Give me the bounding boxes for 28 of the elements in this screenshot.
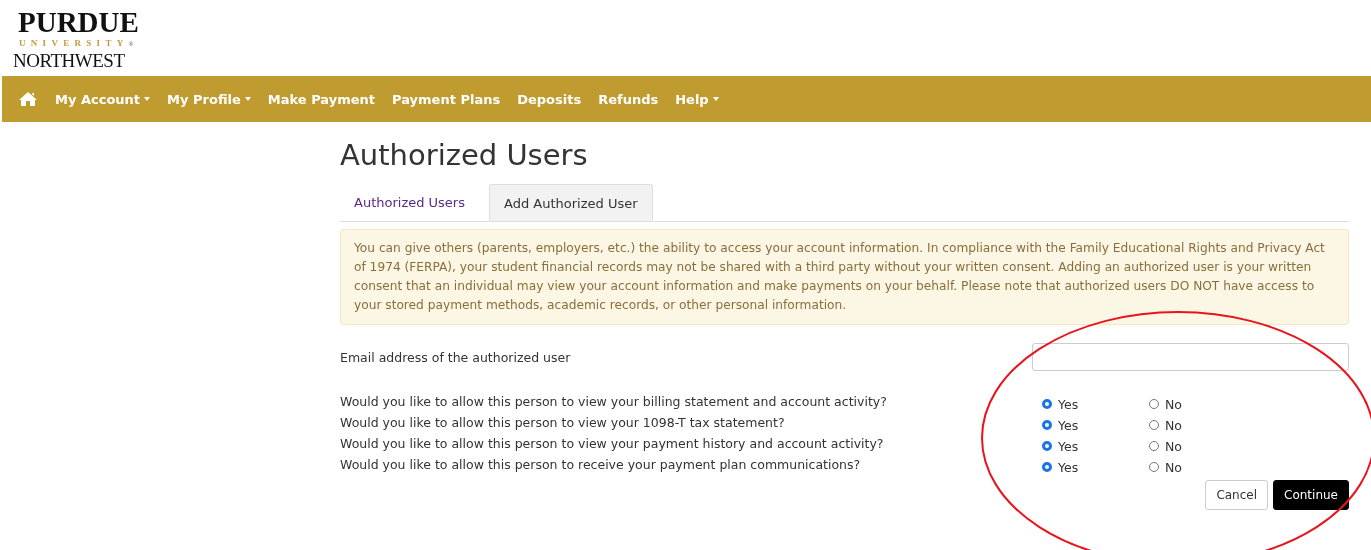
question-text: Would you like to allow this person to view your billing statement and account activity?: [340, 394, 888, 409]
radio-option[interactable]: Yes: [1042, 417, 1149, 433]
caret-icon: [244, 97, 251, 101]
radio-icon[interactable]: [1042, 399, 1052, 409]
radio-option[interactable]: No: [1149, 396, 1256, 412]
email-label: Email address of the authorized user: [340, 349, 571, 365]
radio-option[interactable]: Yes: [1042, 396, 1149, 412]
caret-icon: [144, 97, 151, 101]
radio-option[interactable]: No: [1149, 459, 1256, 475]
caret-icon: [712, 97, 719, 101]
question-text: Would you like to allow this person to receive your payment plan communications?: [340, 457, 862, 472]
home-icon[interactable]: [18, 91, 38, 107]
page-title: Authorized Users: [340, 138, 589, 172]
radio-icon[interactable]: [1042, 441, 1052, 451]
email-field[interactable]: [1032, 343, 1349, 371]
tab[interactable]: Add Authorized User: [489, 184, 653, 221]
tab[interactable]: Authorized Users: [340, 184, 479, 221]
question-text: Would you like to allow this person to view your 1098-T tax statement?: [340, 415, 786, 430]
form-button[interactable]: Continue: [1273, 480, 1349, 510]
question-text: Would you like to allow this person to view your payment history and account activity?: [340, 436, 885, 451]
info-notice: You can give others (parents, employers, etc.) the ability to access your account information. In compliance with the Family Educational Rights and Privacy Act of 1974 (FERPA), your student financial records may not be shared with a third party without your written consent. Adding an authorized user is your written consent that an individual may view your account information and make payments on your behalf. Please note that authorized users DO NOT have access to your stored payment methods, academic records, or other personal information.: [340, 229, 1349, 325]
radio-option[interactable]: Yes: [1042, 438, 1149, 454]
radio-icon[interactable]: [1042, 462, 1052, 472]
radio-option[interactable]: No: [1149, 417, 1256, 433]
radio-option[interactable]: Yes: [1042, 459, 1149, 475]
form-button[interactable]: Cancel: [1205, 480, 1269, 510]
radio-icon[interactable]: [1042, 420, 1052, 430]
radio-option[interactable]: No: [1149, 438, 1256, 454]
